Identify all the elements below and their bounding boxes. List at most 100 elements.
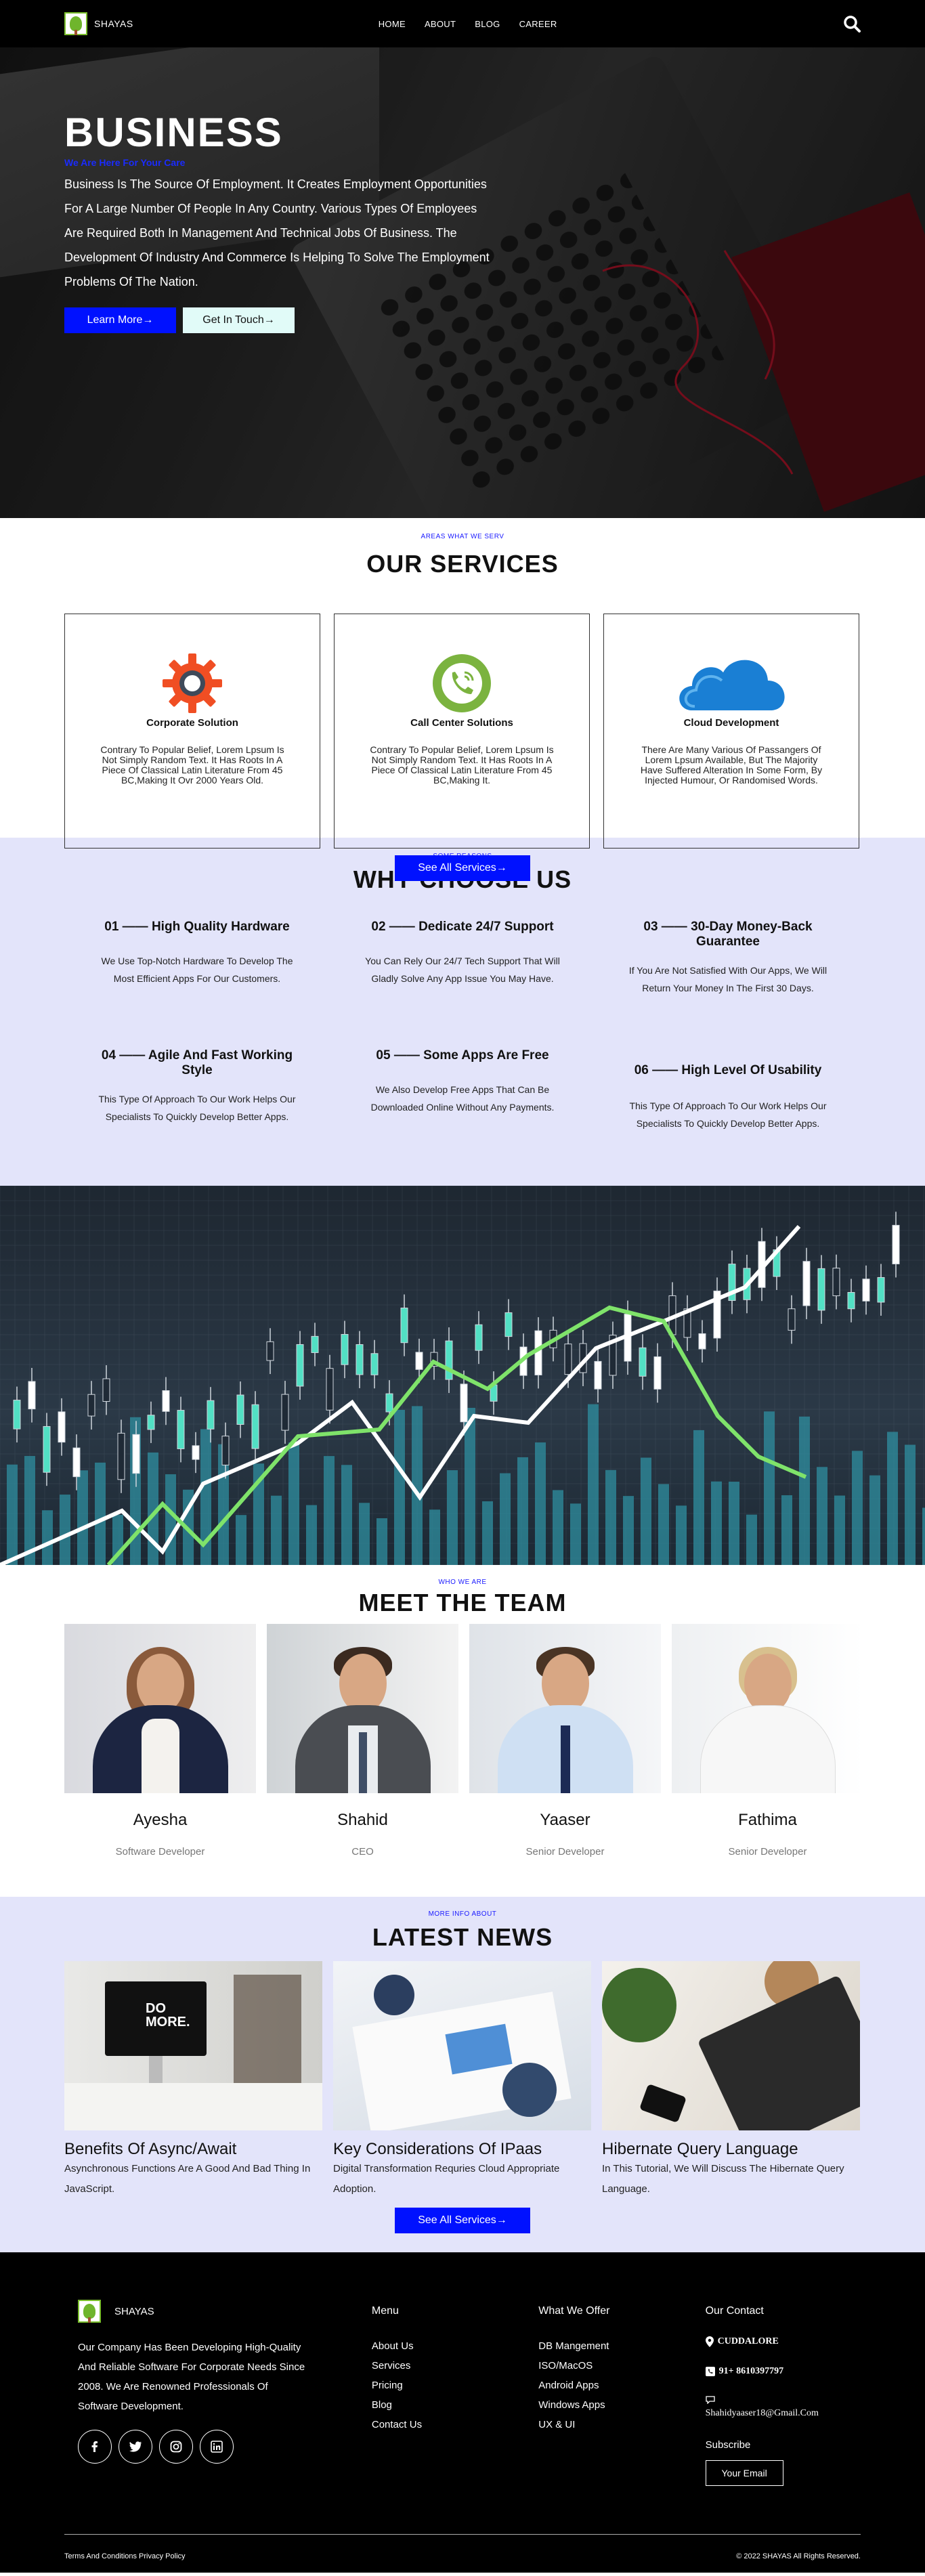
- news-post[interactable]: Hibernate Query Language In This Tutoria…: [602, 1961, 860, 2199]
- reason-item: 04 —— Agile And Fast Working Style This T…: [64, 1036, 330, 1165]
- footer-about: Our Company Has Been Developing High-Qua…: [78, 2342, 305, 2412]
- service-title: Call Center Solutions: [410, 717, 513, 729]
- footer-link-pricing[interactable]: Pricing: [372, 2376, 538, 2395]
- get-in-touch-button[interactable]: Get In Touch→: [183, 307, 295, 333]
- reason-text: We Use Top-Notch Hardware To Develop The…: [101, 956, 293, 984]
- stock-chart-banner: [0, 1186, 925, 1565]
- monitor-text: DO MORE.: [146, 2001, 190, 2030]
- footer-link-contact[interactable]: Contact Us: [372, 2415, 538, 2434]
- linkedin-icon[interactable]: [200, 2430, 234, 2464]
- footer-offer-item[interactable]: DB Mangement: [538, 2336, 705, 2356]
- services-heading: OUR SERVICES: [366, 550, 559, 578]
- contact-location: CUDDALORE: [717, 2336, 779, 2346]
- team-member[interactable]: Yaaser Senior Developer: [469, 1624, 661, 1858]
- post-text: Asynchronous Functions Are A Good And Ba…: [64, 2163, 311, 2195]
- footer-contact-heading: Our Contact: [705, 2305, 764, 2317]
- services-section: AREAS WHAT WE SERV OUR SERVICES Corporat…: [0, 518, 925, 881]
- why-choose-section: SOME REASONS WHY CHOOSE US 01 —— High Qu…: [0, 838, 925, 1186]
- hero-subtitle: We Are Here For Your Care: [64, 157, 186, 168]
- footer-offer-item[interactable]: ISO/MacOS: [538, 2356, 705, 2376]
- nav-about[interactable]: ABOUT: [425, 19, 456, 29]
- footer-offer-item[interactable]: Android Apps: [538, 2376, 705, 2395]
- member-name: Ayesha: [133, 1811, 188, 1829]
- reason-item: 03 —— 30-Day Money-Back Guarantee If You …: [595, 907, 861, 1036]
- news-section: MORE INFO ABOUT LATEST NEWS DO MORE. Ben…: [0, 1897, 925, 2252]
- post-title[interactable]: Key Considerations Of IPaas: [333, 2140, 591, 2159]
- post-image: [333, 1961, 591, 2130]
- learn-more-button[interactable]: Learn More→: [64, 307, 176, 333]
- post-title[interactable]: Benefits Of Async/Await: [64, 2140, 322, 2159]
- footer-logo-icon[interactable]: [78, 2300, 101, 2323]
- contact-email[interactable]: Shahidyaaser18@Gmail.Com: [706, 2408, 819, 2419]
- footer: SHAYAS Our Company Has Been Developing H…: [0, 2252, 925, 2573]
- reason-text: This Type Of Approach To Our Work Helps …: [629, 1100, 827, 1129]
- post-image: [602, 1961, 860, 2130]
- reason-title: 05 —— Some Apps Are Free: [376, 1048, 549, 1062]
- facebook-icon[interactable]: [78, 2430, 112, 2464]
- member-photo: [267, 1624, 458, 1793]
- twitter-icon[interactable]: [119, 2430, 152, 2464]
- nav-career[interactable]: CAREER: [519, 19, 557, 29]
- footer-link-services[interactable]: Services: [372, 2356, 538, 2376]
- brand-name[interactable]: SHAYAS: [94, 18, 133, 29]
- footer-divider: [64, 2534, 861, 2535]
- footer-offer-heading: What We Offer: [538, 2305, 610, 2317]
- post-text: Digital Transformation Requries Cloud Ap…: [333, 2163, 560, 2195]
- search-icon[interactable]: [843, 15, 861, 33]
- service-card[interactable]: Call Center Solutions Contrary To Popula…: [334, 614, 590, 849]
- team-section: WHO WE ARE MEET THE TEAM Ayesha Software…: [0, 1565, 925, 1897]
- member-name: Fathima: [738, 1811, 797, 1829]
- reason-title: 01 —— High Quality Hardware: [104, 920, 290, 934]
- cloud-icon: [679, 660, 785, 710]
- contact-phone[interactable]: 91+ 8610397797: [719, 2366, 783, 2377]
- reason-text: This Type Of Approach To Our Work Helps …: [98, 1094, 296, 1122]
- team-member[interactable]: Fathima Senior Developer: [672, 1624, 863, 1858]
- member-name: Yaaser: [540, 1811, 590, 1829]
- service-text: There Are Many Various Of Passangers Of …: [640, 744, 823, 786]
- nav-blog[interactable]: BLOG: [475, 19, 500, 29]
- reason-item: 06 —— High Level Of Usability This Type O…: [595, 1036, 861, 1165]
- instagram-icon[interactable]: [159, 2430, 193, 2464]
- news-post[interactable]: Key Considerations Of IPaas Digital Tran…: [333, 1961, 591, 2199]
- team-heading: MEET THE TEAM: [358, 1589, 567, 1616]
- reason-title: 06 —— High Level Of Usability: [634, 1063, 822, 1077]
- news-kicker: MORE INFO ABOUT: [428, 1910, 497, 1918]
- phone-icon: [433, 654, 491, 712]
- reason-text: We Also Develop Free Apps That Can Be Do…: [370, 1084, 555, 1113]
- team-member[interactable]: Shahid CEO: [267, 1624, 458, 1858]
- subscribe-label: Subscribe: [705, 2439, 751, 2451]
- service-text: Contrary To Popular Belief, Lorem Lpsum …: [100, 744, 284, 786]
- post-text: In This Tutorial, We Will Discuss The Hi…: [602, 2163, 844, 2195]
- your-email-button[interactable]: Your Email: [705, 2460, 783, 2486]
- nav-home[interactable]: HOME: [379, 19, 406, 29]
- hero-title: BUSINESS: [64, 110, 283, 155]
- hero-section: BUSINESS We Are Here For Your Care Busin…: [0, 47, 925, 518]
- reason-title: 02 —— Dedicate 24/7 Support: [371, 920, 554, 934]
- reason-text: You Can Rely Our 24/7 Tech Support That …: [365, 956, 560, 984]
- footer-offer-item[interactable]: UX & UI: [538, 2415, 705, 2434]
- member-photo: [64, 1624, 256, 1793]
- footer-offer-item[interactable]: Windows Apps: [538, 2395, 705, 2415]
- banner-graphic: [0, 1186, 925, 1565]
- footer-link-about[interactable]: About Us: [372, 2336, 538, 2356]
- service-title: Corporate Solution: [146, 717, 238, 729]
- phone-square-icon: [705, 2367, 715, 2376]
- logo-icon[interactable]: [64, 12, 87, 35]
- footer-legal-links[interactable]: Terms And Conditions Privacy Policy: [64, 2552, 186, 2560]
- footer-copyright: © 2022 SHAYAS All Rights Reserved.: [736, 2552, 861, 2560]
- team-member[interactable]: Ayesha Software Developer: [64, 1624, 256, 1858]
- services-kicker: AREAS WHAT WE SERV: [421, 533, 504, 540]
- footer-link-blog[interactable]: Blog: [372, 2395, 538, 2415]
- see-all-news-button[interactable]: See All Services→: [395, 2208, 530, 2233]
- see-all-services-button[interactable]: See All Services→: [395, 855, 530, 881]
- service-text: Contrary To Popular Belief, Lorem Lpsum …: [370, 744, 554, 786]
- footer-menu-heading: Menu: [371, 2305, 399, 2317]
- service-card[interactable]: Corporate Solution Contrary To Popular B…: [64, 614, 320, 849]
- news-post[interactable]: DO MORE. Benefits Of Async/Await Asynchr…: [64, 1961, 322, 2199]
- post-image: DO MORE.: [64, 1961, 322, 2130]
- team-kicker: WHO WE ARE: [438, 1579, 487, 1586]
- service-card[interactable]: Cloud Development There Are Many Various…: [603, 614, 859, 849]
- post-title[interactable]: Hibernate Query Language: [602, 2140, 860, 2159]
- news-heading: LATEST NEWS: [372, 1923, 553, 1951]
- top-navbar: SHAYAS HOME ABOUT BLOG CAREER: [0, 0, 925, 47]
